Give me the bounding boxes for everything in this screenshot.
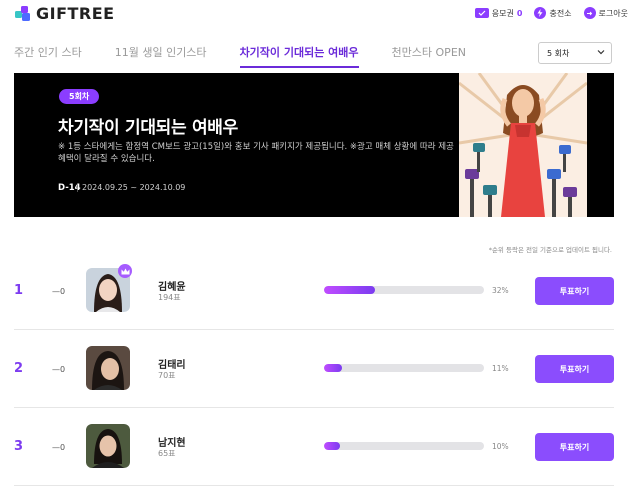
category-tabs: 주간 인기 스타 11월 생일 인기스타 차기작이 기대되는 여배우 천만스타 … <box>14 44 499 68</box>
vote-ticket-count: 0 <box>516 8 523 18</box>
rank-change: —0 <box>52 443 66 452</box>
avatar[interactable] <box>86 424 130 468</box>
event-period: 2024.09.25 ~ 2024.10.09 <box>82 183 186 192</box>
rank-number: 1 <box>14 283 24 298</box>
logo[interactable]: GIFTREE <box>14 4 115 23</box>
vote-progress-fill <box>324 442 340 450</box>
charge-link[interactable]: 충전소 <box>534 7 572 19</box>
round-badge: 5회차 <box>59 89 100 104</box>
vote-count: 70표 <box>158 371 176 380</box>
vote-progress-bar <box>324 364 484 372</box>
rank-number: 2 <box>14 361 24 376</box>
top-bar: GIFTREE 응모권 0 충전소 로그아웃 <box>0 0 640 28</box>
banner-description: ※ 1등 스타에게는 합정역 CM보드 광고(15일)와 홍보 기사 패키지가 … <box>58 142 454 164</box>
lightning-icon <box>534 7 547 19</box>
vote-percent: 32% <box>492 286 509 295</box>
giftree-logo-icon <box>15 5 30 21</box>
ranking-row: 1 —0 김혜윤 194표 32% 투표하기 <box>14 252 614 330</box>
vote-progress-bar <box>324 442 484 450</box>
vote-ticket-label: 응모권 <box>491 8 514 18</box>
banner-title: 차기작이 기대되는 여배우 <box>58 118 238 138</box>
rank-change: —0 <box>52 287 66 296</box>
vote-percent: 11% <box>492 364 509 373</box>
utility-nav: 응모권 0 충전소 로그아웃 <box>474 7 628 19</box>
rank-number: 3 <box>14 439 24 454</box>
crown-icon <box>118 264 132 278</box>
logo-text: GIFTREE <box>36 4 115 23</box>
tab-november-birthday-star[interactable]: 11월 생일 인기스타 <box>115 44 207 68</box>
tab-ten-million-star[interactable]: 천만스타 OPEN <box>392 44 466 68</box>
period-divider: | <box>76 183 79 192</box>
vote-progress-fill <box>324 286 376 294</box>
logout-label: 로그아웃 <box>598 8 628 18</box>
vote-percent: 10% <box>492 442 509 451</box>
star-name: 김혜윤 <box>158 282 186 293</box>
ticket-icon <box>474 8 489 18</box>
vote-button[interactable]: 투표하기 <box>535 277 614 305</box>
rank-change: —0 <box>52 365 66 374</box>
chevron-down-icon <box>597 48 605 59</box>
vote-ticket-link[interactable]: 응모권 0 <box>474 8 523 19</box>
vote-button[interactable]: 투표하기 <box>535 433 614 461</box>
tab-anticipated-actress[interactable]: 차기작이 기대되는 여배우 <box>239 44 359 68</box>
logout-link[interactable]: 로그아웃 <box>583 7 628 19</box>
actress-illustration <box>459 73 587 217</box>
vote-progress-fill <box>324 364 342 372</box>
vote-progress-bar <box>324 286 484 294</box>
round-select-value: 5 회차 <box>547 48 570 58</box>
avatar[interactable] <box>86 346 130 390</box>
star-name: 김태리 <box>158 360 186 371</box>
logout-icon <box>583 7 596 19</box>
vote-count: 65표 <box>158 449 176 458</box>
star-name: 남지현 <box>158 438 186 449</box>
ranking-row: 2 —0 김태리 70표 11% 투표하기 <box>14 330 614 408</box>
event-banner: 5회차 차기작이 기대되는 여배우 ※ 1등 스타에게는 합정역 CM보드 광고… <box>14 73 614 217</box>
round-select[interactable]: 5 회차 <box>538 42 612 64</box>
tab-weekly-popular-star[interactable]: 주간 인기 스타 <box>14 44 82 68</box>
charge-label: 충전소 <box>549 8 572 18</box>
vote-button[interactable]: 투표하기 <box>535 355 614 383</box>
ranking-row: 3 —0 남지현 65표 10% 투표하기 <box>14 408 614 486</box>
vote-count: 194표 <box>158 293 181 302</box>
